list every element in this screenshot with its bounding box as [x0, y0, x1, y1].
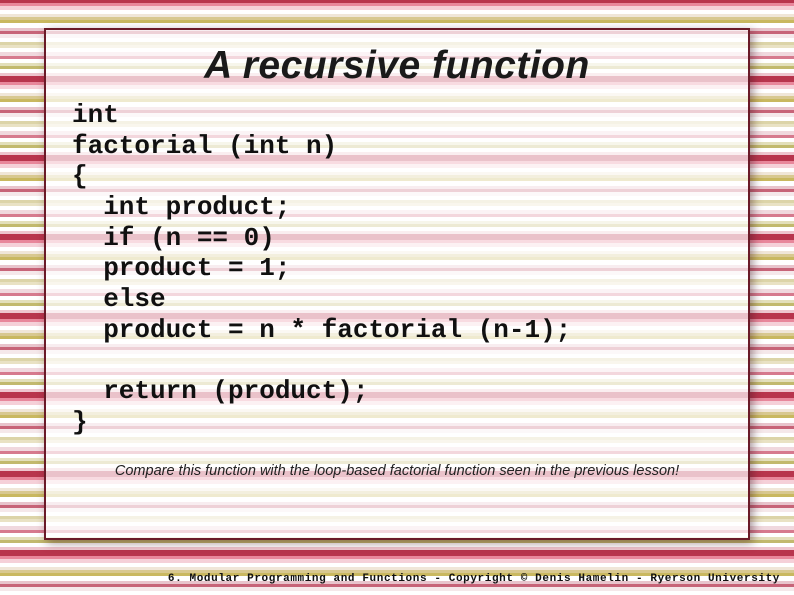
code-block: int factorial (int n) { int product; if … [72, 100, 724, 437]
comparison-note: Compare this function with the loop-base… [70, 463, 724, 479]
footer-text: 6. Modular Programming and Functions - C… [168, 573, 780, 585]
content-panel: A recursive function int factorial (int … [44, 28, 750, 540]
slide-title: A recursive function [70, 44, 724, 88]
